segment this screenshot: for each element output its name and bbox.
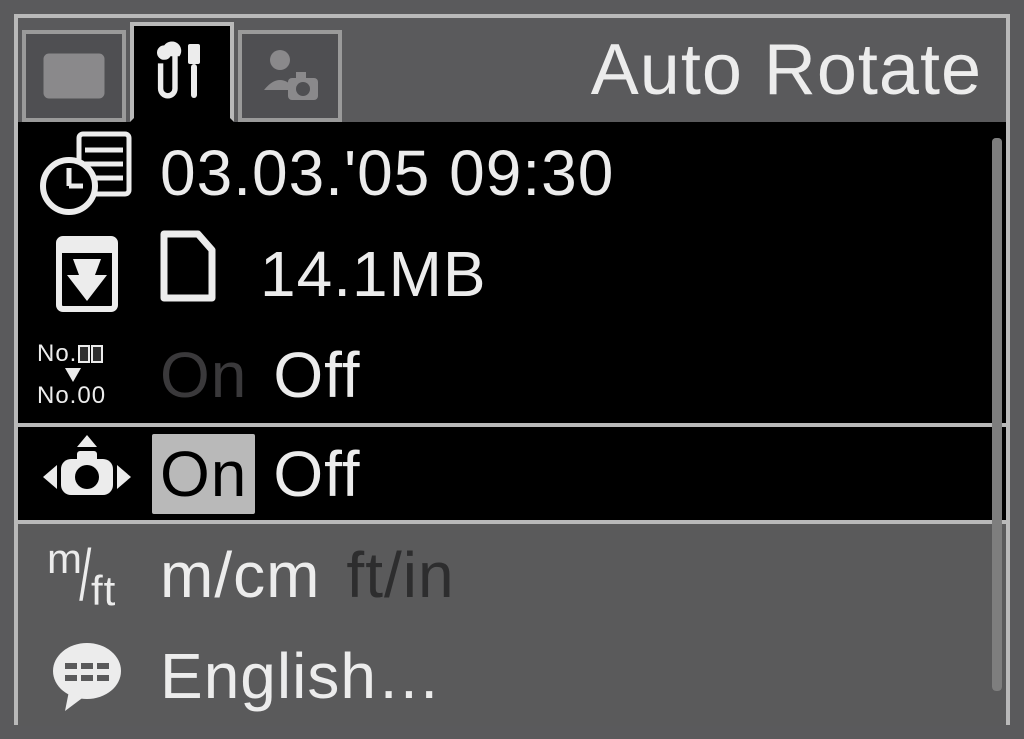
language-icon — [22, 625, 152, 726]
tools-icon — [150, 40, 214, 104]
tab-mymenu[interactable] — [238, 30, 342, 122]
file-numbering-values: On Off — [152, 324, 369, 425]
units-values: m/cm ft/in — [152, 524, 463, 625]
file-numbering-on[interactable]: On — [152, 338, 255, 412]
format-icon — [22, 223, 152, 324]
row-format[interactable]: 14.1MB — [18, 223, 1006, 324]
language-value: English… — [152, 639, 450, 713]
file-numbering-off[interactable]: Off — [265, 338, 368, 412]
screen-inner: Auto Rotate 03.03.' — [14, 14, 1010, 725]
tab-setup[interactable] — [130, 22, 234, 122]
language-value-cell: English… — [152, 625, 450, 726]
format-value-cell: 14.1MB — [152, 223, 495, 324]
datetime-value-cell: 03.03.'05 09:30 — [152, 122, 622, 223]
auto-rotate-values: On Off — [152, 427, 369, 520]
auto-rotate-icon — [22, 427, 152, 520]
auto-rotate-off[interactable]: Off — [265, 437, 368, 511]
sdcard-icon — [152, 230, 224, 317]
units-mcm[interactable]: m/cm — [152, 538, 328, 612]
row-units[interactable]: m / ft m/cm ft/in — [18, 524, 1006, 625]
units-icon: m / ft — [22, 524, 152, 625]
row-file-numbering[interactable]: No. No.00 On Off — [18, 324, 1006, 425]
units-ftin[interactable]: ft/in — [338, 538, 462, 612]
person-camera-icon — [258, 44, 322, 108]
row-datetime[interactable]: 03.03.'05 09:30 — [18, 122, 1006, 223]
page-title: Auto Rotate — [342, 29, 1006, 111]
row-auto-rotate[interactable]: On Off — [18, 423, 1006, 524]
datetime-icon — [22, 122, 152, 223]
camera-screen: Auto Rotate 03.03.' — [0, 0, 1024, 739]
scrollbar[interactable] — [992, 138, 1002, 691]
auto-rotate-on[interactable]: On — [152, 434, 255, 514]
playback-icon — [42, 44, 106, 108]
datetime-value: 03.03.'05 09:30 — [152, 136, 622, 210]
tab-bar: Auto Rotate — [18, 18, 1006, 122]
menu-list: 03.03.'05 09:30 — [18, 122, 1006, 721]
file-numbering-icon: No. No.00 — [22, 324, 152, 425]
tabs — [18, 18, 342, 122]
row-language[interactable]: English… — [18, 625, 1006, 726]
tab-playback[interactable] — [22, 30, 126, 122]
scrollbar-thumb[interactable] — [992, 138, 1002, 691]
format-value: 14.1MB — [252, 237, 495, 311]
